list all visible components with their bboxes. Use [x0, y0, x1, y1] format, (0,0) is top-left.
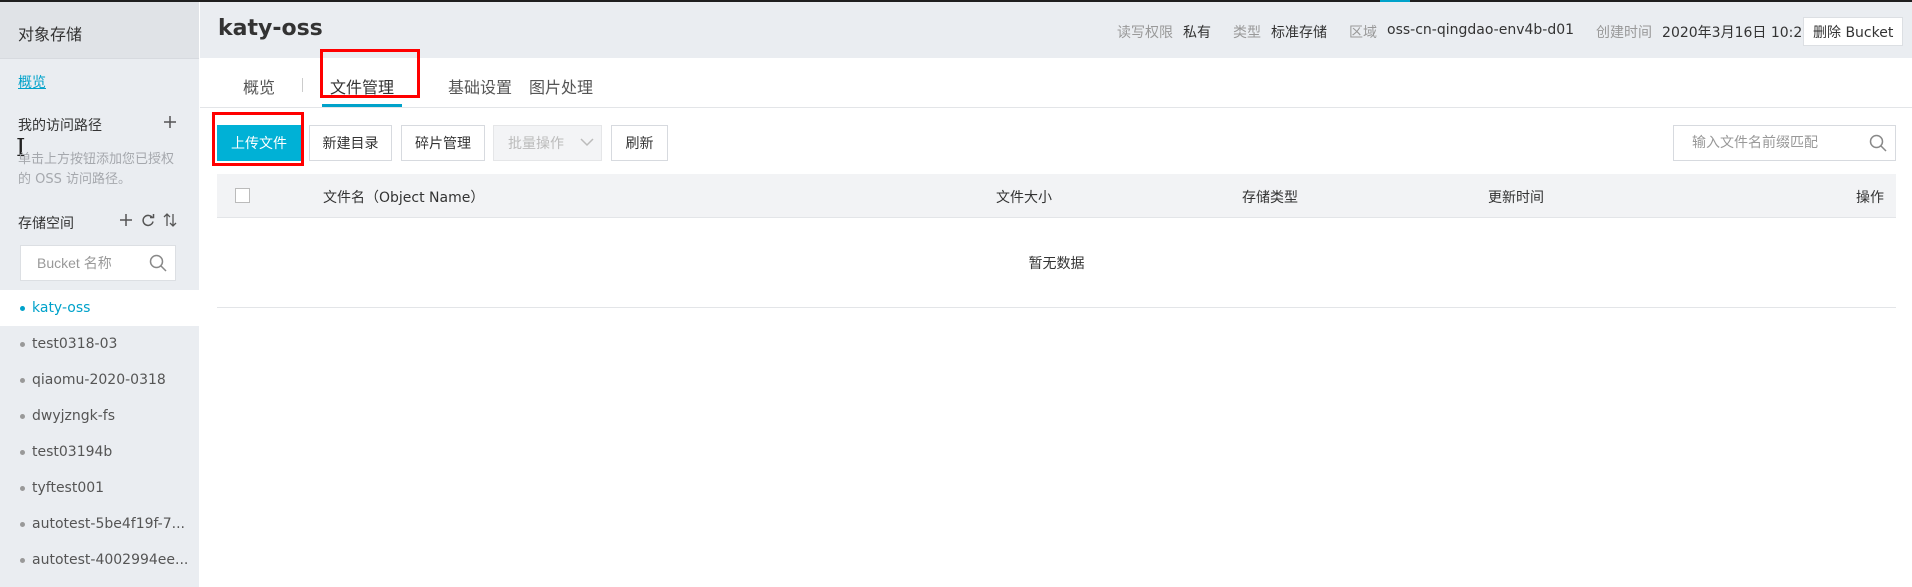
bucket-item[interactable]: dwyjzngk-fs — [0, 398, 199, 434]
bucket-search-input[interactable] — [21, 246, 141, 280]
bullet-icon — [20, 305, 25, 311]
column-updated-time: 更新时间 — [1488, 190, 1544, 206]
bullet-icon — [20, 449, 25, 455]
acl-value: 私有 — [1183, 25, 1211, 41]
bucket-search-box — [20, 245, 176, 281]
search-icon[interactable] — [149, 254, 167, 276]
column-storage-type: 存储类型 — [1242, 190, 1298, 206]
bucket-item[interactable]: katy-oss — [0, 290, 199, 326]
batch-operation-label: 批量操作 — [508, 136, 564, 152]
bucket-meta: 读写权限 私有 类型 标准存储 区域 oss-cn-qingdao-env4b-… — [1117, 22, 1833, 42]
tab-image-processing[interactable]: 图片处理 — [529, 74, 593, 98]
created-label: 创建时间 — [1596, 25, 1653, 41]
select-all-checkbox[interactable] — [235, 188, 250, 203]
page-title: katy-oss — [218, 16, 323, 41]
access-paths-hint: 单击上方按钮添加您已授权的 OSS 访问路径。 — [18, 152, 175, 187]
plus-icon[interactable] — [119, 213, 133, 230]
sidebar-title: 对象存储 — [0, 2, 199, 59]
plus-icon[interactable] — [163, 115, 177, 132]
tab-divider — [302, 78, 303, 92]
bucket-item[interactable]: autotest-5be4f19f-7... — [0, 506, 199, 542]
acl-label: 读写权限 — [1117, 25, 1173, 41]
tab-basic-settings[interactable]: 基础设置 — [448, 74, 512, 98]
sort-icon[interactable] — [163, 213, 177, 230]
type-label: 类型 — [1233, 25, 1261, 41]
active-tab-indicator — [322, 104, 402, 107]
bullet-icon — [20, 485, 25, 491]
bullet-icon — [20, 377, 25, 383]
search-icon[interactable] — [1869, 134, 1887, 156]
empty-state-text: 暂无数据 — [217, 218, 1896, 308]
chevron-down-icon — [580, 135, 594, 151]
region-label: 区域 — [1349, 25, 1377, 41]
file-table-header: 文件名（Object Name） 文件大小 存储类型 更新时间 操作 — [217, 174, 1896, 218]
access-paths-heading: 我的访问路径 — [18, 118, 102, 134]
file-search-box — [1673, 125, 1896, 161]
sidebar-overview-link[interactable]: 概览 — [18, 72, 46, 92]
refresh-icon[interactable] — [141, 213, 155, 230]
bullet-icon — [20, 413, 25, 419]
refresh-button[interactable]: 刷新 — [611, 125, 668, 161]
bullet-icon — [20, 557, 25, 563]
column-file-size: 文件大小 — [996, 190, 1052, 206]
bullet-icon — [20, 341, 25, 347]
sidebar: 对象存储 概览 我的访问路径 I 单击上方按钮添加您已授权的 OSS 访问路径。… — [0, 2, 199, 587]
bucket-header: katy-oss 读写权限 私有 类型 标准存储 区域 oss-cn-qingd… — [200, 2, 1912, 58]
new-directory-button[interactable]: 新建目录 — [309, 125, 392, 161]
highlight-box-upload — [212, 112, 304, 166]
fragment-management-button[interactable]: 碎片管理 — [401, 125, 485, 161]
bucket-item[interactable]: tyftest001 — [0, 470, 199, 506]
file-prefix-search-input[interactable] — [1674, 126, 1854, 160]
bucket-list: katy-oss test0318-03 qiaomu-2020-0318 dw… — [0, 290, 199, 578]
tab-overview[interactable]: 概览 — [243, 74, 275, 98]
created-value: 2020年3月16日 10:23 — [1662, 25, 1812, 41]
bullet-icon — [20, 521, 25, 527]
bucket-item[interactable]: qiaomu-2020-0318 — [0, 362, 199, 398]
type-value: 标准存储 — [1271, 25, 1327, 41]
storage-heading: 存储空间 — [18, 216, 74, 232]
column-actions: 操作 — [1856, 190, 1884, 206]
column-object-name: 文件名（Object Name） — [323, 190, 485, 206]
highlight-box-tab — [320, 49, 420, 98]
delete-bucket-button[interactable]: 删除 Bucket — [1803, 17, 1904, 46]
tab-bar: 概览 文件管理 基础设置 图片处理 — [200, 58, 1912, 108]
bucket-item[interactable]: test0318-03 — [0, 326, 199, 362]
batch-operation-dropdown[interactable]: 批量操作 — [493, 125, 602, 161]
bucket-item[interactable]: autotest-4002994ee... — [0, 542, 199, 578]
region-value: oss-cn-qingdao-env4b-d01 — [1387, 22, 1575, 38]
bucket-item[interactable]: test03194b — [0, 434, 199, 470]
